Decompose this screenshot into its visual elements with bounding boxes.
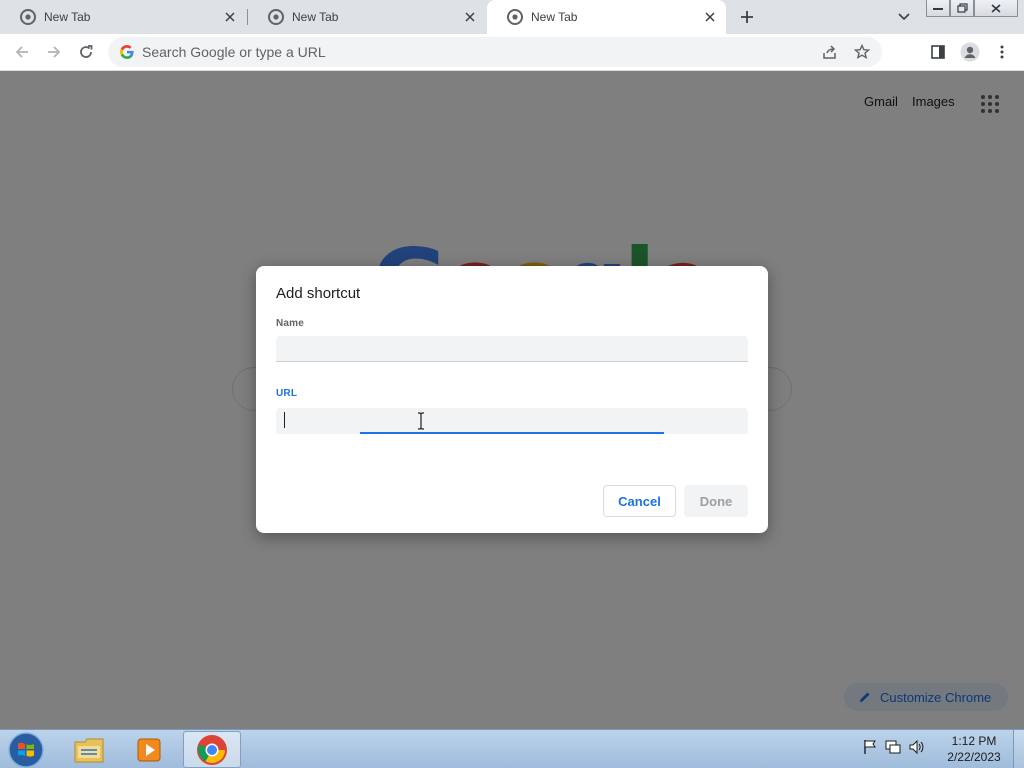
back-button[interactable]	[10, 40, 34, 64]
close-icon	[991, 3, 1001, 13]
chrome-favicon-icon	[268, 9, 284, 25]
forward-button[interactable]	[42, 40, 66, 64]
new-tab-button[interactable]	[736, 6, 758, 28]
clock-time: 1:12 PM	[951, 734, 997, 748]
media-player-taskbar-button[interactable]	[120, 731, 178, 768]
share-icon	[823, 45, 836, 59]
windows-taskbar: 1:12 PM 2/22/2023	[0, 729, 1024, 768]
forward-arrow-icon	[48, 46, 61, 58]
window-controls	[926, 0, 1018, 17]
dialog-title: Add shortcut	[276, 285, 361, 302]
restore-button[interactable]	[950, 0, 974, 17]
system-clock[interactable]: 1:12 PM 2/22/2023	[940, 733, 1008, 765]
reload-icon	[80, 45, 93, 58]
tab-close-icon[interactable]	[702, 9, 718, 25]
minimize-button[interactable]	[926, 0, 950, 17]
omnibox-input[interactable]	[142, 44, 818, 60]
url-field[interactable]	[276, 408, 748, 434]
cancel-button[interactable]: Cancel	[603, 485, 676, 517]
show-desktop-button[interactable]	[1013, 730, 1024, 768]
tab-search-button[interactable]	[894, 7, 914, 27]
tab-close-icon[interactable]	[222, 9, 238, 25]
windows-logo-icon	[8, 732, 44, 768]
volume-icon[interactable]	[908, 738, 924, 756]
reload-button[interactable]	[74, 40, 98, 64]
chrome-favicon-icon	[20, 9, 36, 25]
back-arrow-icon	[15, 46, 28, 58]
kebab-menu-icon	[1000, 45, 1004, 59]
media-player-icon	[137, 738, 161, 761]
url-label: URL	[276, 388, 298, 399]
tab-close-icon[interactable]	[462, 9, 478, 25]
clock-date: 2/22/2023	[947, 750, 1001, 764]
chevron-down-icon	[898, 13, 910, 21]
chrome-favicon-icon	[507, 9, 523, 25]
menu-button[interactable]	[990, 40, 1014, 64]
profile-button[interactable]	[958, 40, 982, 64]
plus-icon	[741, 11, 753, 23]
folder-icon	[74, 738, 104, 762]
close-window-button[interactable]	[974, 0, 1018, 17]
side-panel-icon	[931, 45, 945, 59]
url-field-focus-underline	[360, 432, 664, 434]
ibeam-cursor-icon	[418, 412, 424, 430]
start-button[interactable]	[6, 731, 46, 768]
chrome-taskbar-button[interactable]	[183, 731, 241, 768]
share-button[interactable]	[818, 40, 842, 64]
action-center-flag-icon[interactable]	[862, 738, 878, 756]
file-explorer-taskbar-button[interactable]	[60, 731, 118, 768]
chrome-icon	[197, 734, 227, 765]
name-label: Name	[276, 318, 305, 329]
side-panel-button[interactable]	[926, 40, 950, 64]
tab-strip: New Tab New Tab New Tab	[0, 0, 1024, 34]
bookmark-button[interactable]	[850, 40, 874, 64]
profile-avatar-icon	[960, 42, 980, 62]
system-tray	[862, 738, 924, 756]
tab-3-active[interactable]: New Tab	[487, 0, 726, 34]
tab-1[interactable]: New Tab	[0, 0, 246, 34]
done-button[interactable]: Done	[684, 485, 748, 517]
tab-2[interactable]: New Tab	[248, 0, 486, 34]
add-shortcut-dialog: Add shortcut Name URL Cancel Done	[256, 266, 768, 533]
tab-title: New Tab	[531, 10, 578, 24]
name-field[interactable]	[276, 336, 748, 362]
google-g-icon	[120, 45, 134, 59]
tab-title: New Tab	[292, 10, 339, 24]
network-icon[interactable]	[885, 738, 901, 756]
star-icon	[854, 44, 870, 60]
omnibox[interactable]	[108, 37, 882, 67]
minimize-icon	[933, 8, 943, 10]
tab-title: New Tab	[44, 10, 91, 24]
restore-icon	[956, 3, 968, 13]
text-caret	[284, 412, 285, 428]
browser-toolbar	[0, 34, 1024, 71]
